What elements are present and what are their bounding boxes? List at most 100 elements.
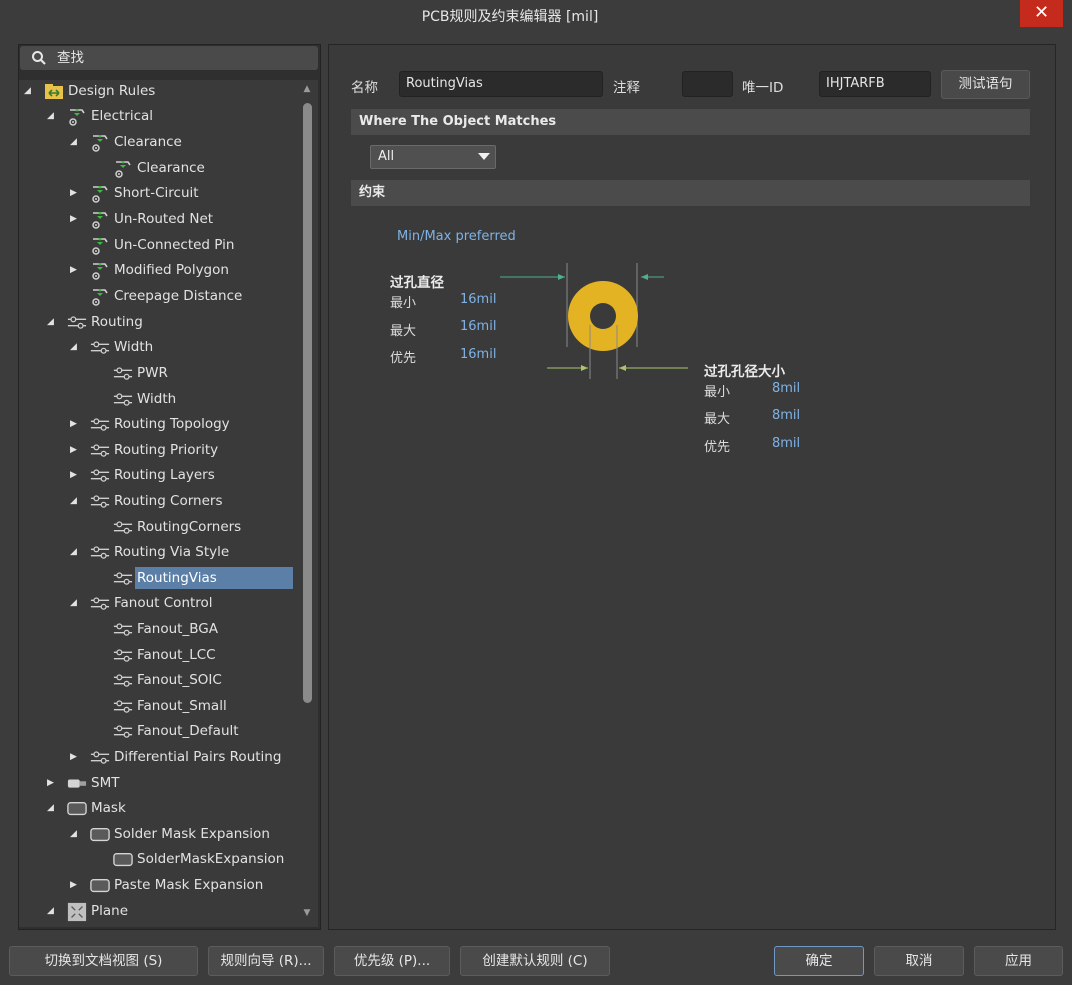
rules-tree[interactable]: ◢ Design Rules ◢ Electrical ◢ Clearance Cleara… [19,80,301,927]
rule-wizard-button[interactable]: 规则向导 (R)... [208,946,324,976]
tree-item-label: Width [137,391,177,407]
tree-item-label: Routing Via Style [114,544,230,560]
tree-item-label: RoutingVias [135,567,293,589]
switch-document-view-button[interactable]: 切换到文档视图 (S) [9,946,198,976]
tree-item-label: Short-Circuit [114,185,199,201]
tree-item-label: Electrical [91,108,154,124]
collapsed-toggle-icon[interactable]: ▶ [70,746,80,768]
electrical-rule-icon [90,261,110,281]
unique-id-label: 唯一ID [742,80,784,96]
routing-rule-icon [113,671,133,691]
collapsed-toggle-icon[interactable]: ▶ [70,413,80,435]
routing-rule-icon [90,543,110,563]
scroll-up-icon[interactable]: ▲ [301,84,313,96]
cancel-button[interactable]: 取消 [874,946,964,976]
tree-item-label: Modified Polygon [114,262,229,278]
tree-item-label: Plane [91,903,129,919]
collapsed-toggle-icon[interactable]: ▶ [70,182,80,204]
via-hole-size-title: 过孔孔径大小 [704,364,785,380]
tree-item-label: Routing Priority [114,442,219,458]
name-label: 名称 [351,80,378,96]
search-label: 查找 [57,50,84,66]
electrical-rule-icon [90,184,110,204]
collapsed-toggle-icon[interactable]: ▶ [70,464,80,486]
routing-rule-icon [90,415,110,435]
collapsed-toggle-icon[interactable]: ▶ [70,208,80,230]
design-rules-folder-icon [44,82,64,102]
via-hole-max-value[interactable]: 8mil [772,408,800,423]
name-field[interactable]: RoutingVias [399,71,603,97]
create-default-rules-button[interactable]: 创建默认规则 (C) [460,946,610,976]
routing-rule-icon [90,594,110,614]
where-object-matches-header: Where The Object Matches [351,109,1030,135]
scroll-down-icon[interactable]: ▼ [301,908,313,920]
tree-item-label: Paste Mask Expansion [114,877,264,893]
tree-item-label: Fanout_Small [137,698,227,714]
expanded-toggle-icon[interactable]: ◢ [47,797,57,819]
expanded-toggle-icon[interactable]: ◢ [70,541,80,563]
routing-rule-icon [113,364,133,384]
expanded-toggle-icon[interactable]: ◢ [24,80,34,102]
routing-rule-icon [113,697,133,717]
routing-rule-icon [90,466,110,486]
via-hole-preferred-value[interactable]: 8mil [772,436,800,451]
scrollbar-thumb[interactable] [303,103,312,703]
collapsed-toggle-icon[interactable]: ▶ [70,874,80,896]
constraint-mode-label: Min/Max preferred [397,229,516,244]
collapsed-toggle-icon[interactable]: ▶ [47,772,57,794]
expanded-toggle-icon[interactable]: ◢ [70,823,80,845]
expanded-toggle-icon[interactable]: ◢ [47,900,57,922]
object-match-selected: All [378,149,395,164]
routing-rule-icon [113,646,133,666]
test-query-button[interactable]: 测试语句 [941,70,1030,99]
priorities-button[interactable]: 优先级 (P)... [334,946,450,976]
ok-button[interactable]: 确定 [774,946,864,976]
via-diameter-min-label: 最小 [390,296,417,311]
routing-rule-icon [113,620,133,640]
tree-item-label: Solder Mask Expansion [114,826,270,842]
via-hole-min-label: 最小 [704,385,731,400]
expanded-toggle-icon[interactable]: ◢ [70,336,80,358]
routing-rule-icon [90,748,110,768]
via-diameter-title: 过孔直径 [390,275,444,291]
tree-item-label: SolderMaskExpansion [137,851,285,867]
expanded-toggle-icon[interactable]: ◢ [47,311,57,333]
tree-item-label: Fanout_SOIC [137,672,222,688]
tree-item-label: Differential Pairs Routing [114,749,282,765]
tree-item-label: Clearance [114,134,182,150]
expanded-toggle-icon[interactable]: ◢ [47,105,57,127]
electrical-rule-icon [67,107,87,127]
window-title: PCB规则及约束编辑器 [mil] [421,9,599,25]
comment-field[interactable] [682,71,733,97]
tree-item-label: Routing Corners [114,493,223,509]
expanded-toggle-icon[interactable]: ◢ [70,592,80,614]
tree-item-label: Design Rules [68,83,156,99]
collapsed-toggle-icon[interactable]: ▶ [70,259,80,281]
via-diagram [500,263,688,379]
expanded-toggle-icon[interactable]: ◢ [70,490,80,512]
mask-rule-icon [90,876,110,896]
tree-item-label: Routing [91,314,143,330]
tree-item-label: Routing Topology [114,416,230,432]
routing-rule-icon [113,390,133,410]
tree-item-label: PWR [137,365,168,381]
routing-rule-icon [67,313,87,333]
electrical-rule-icon [90,236,110,256]
object-match-dropdown[interactable]: All [370,145,496,169]
tree-item-label: Width [114,339,154,355]
via-hole-shape [590,303,616,329]
collapsed-toggle-icon[interactable]: ▶ [70,439,80,461]
apply-button[interactable]: 应用 [974,946,1063,976]
tree-item-label: Fanout Control [114,595,213,611]
close-button[interactable]: ✕ [1020,0,1063,27]
expanded-toggle-icon[interactable]: ◢ [70,131,80,153]
comment-label: 注释 [613,80,640,96]
tree-item-label: Un-Connected Pin [114,237,235,253]
tree-item-label: RoutingCorners [137,519,242,535]
smt-rule-icon [67,774,87,794]
unique-id-field[interactable]: IHJTARFB [819,71,931,97]
via-hole-min-value[interactable]: 8mil [772,381,800,396]
via-hole-max-label: 最大 [704,412,731,427]
search-icon [32,51,46,65]
tree-item-label: Fanout_BGA [137,621,218,637]
